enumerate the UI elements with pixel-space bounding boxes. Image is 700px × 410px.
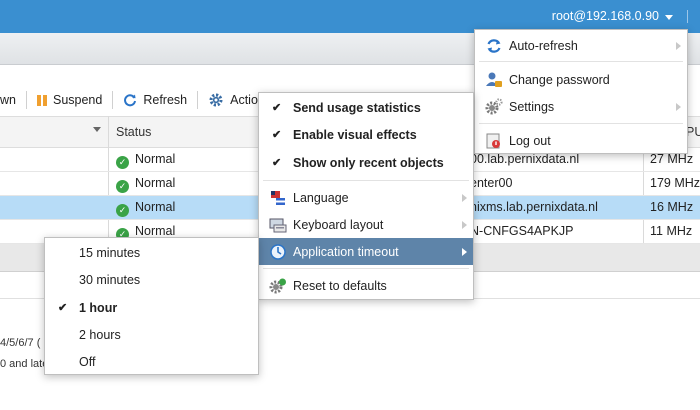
reset-gear-icon [269, 278, 286, 293]
menu-item-label: Settings [509, 99, 555, 114]
check-circle-icon: ✓ [116, 204, 129, 217]
gear-icon [209, 93, 223, 107]
menu-divider [479, 123, 683, 124]
menu-item-label: Auto-refresh [509, 38, 578, 53]
toolbar-divider [197, 91, 199, 109]
status-text: Normal [135, 224, 176, 238]
actions-label: Actio [230, 93, 258, 107]
cpu-value: 16 MHz [650, 200, 694, 214]
flag-icon [271, 190, 285, 205]
suspend-label: Suspend [52, 93, 103, 107]
menu-item-send-usage-statistics[interactable]: ✔ Send usage statistics [259, 94, 473, 121]
chevron-down-icon [665, 14, 673, 20]
menu-item-label: Change password [509, 72, 610, 87]
menu-item-label: Show only recent objects [293, 155, 444, 170]
key-user-icon [486, 72, 502, 87]
chevron-right-icon [462, 220, 467, 229]
suspend-button[interactable]: Suspend [36, 93, 103, 107]
user-label: root@192.168.0.90 [551, 9, 659, 23]
menu-item-label: Enable visual effects [293, 127, 417, 142]
cpu-value: 179 MHz [650, 176, 700, 190]
check-circle-icon: ✓ [116, 156, 129, 169]
timeout-submenu: 15 minutes 30 minutes ✔ 1 hour 2 hours O… [44, 237, 259, 375]
timeout-option-30-minutes[interactable]: 30 minutes [45, 266, 258, 293]
check-circle-icon: ✓ [116, 180, 129, 193]
menu-divider [479, 61, 683, 62]
menu-item-application-timeout[interactable]: Application timeout [259, 238, 473, 265]
refresh-label: Refresh [143, 93, 188, 107]
column-header-status[interactable]: Status [116, 125, 151, 139]
toolbar-divider [25, 91, 27, 109]
menu-item-enable-visual-effects[interactable]: ✔ Enable visual effects [259, 121, 473, 148]
pause-icon [36, 94, 47, 106]
timeout-option-1-hour[interactable]: ✔ 1 hour [45, 294, 258, 321]
cpu-value: 27 MHz [650, 152, 694, 166]
menu-item-label: 15 minutes [79, 245, 141, 260]
menu-item-label: 30 minutes [79, 272, 141, 287]
menu-item-label: Log out [509, 133, 551, 148]
chevron-down-icon[interactable] [93, 127, 101, 132]
checkmark-icon: ✔ [272, 102, 282, 114]
menu-item-label: Off [79, 354, 96, 369]
menu-item-auto-refresh[interactable]: Auto-refresh [475, 32, 687, 59]
host-name: enter00 [470, 176, 513, 190]
settings-submenu: ✔ Send usage statistics ✔ Enable visual … [258, 92, 474, 300]
chevron-right-icon [462, 247, 467, 256]
menu-item-label: Send usage statistics [293, 100, 421, 115]
menu-item-log-out[interactable]: Log out [475, 127, 687, 154]
chevron-right-icon [462, 193, 467, 202]
refresh-icon [124, 94, 137, 107]
menu-item-label: 1 hour [79, 300, 118, 315]
timeout-icon [270, 243, 286, 260]
menu-item-label: Application timeout [293, 244, 399, 259]
checkmark-icon: ✔ [272, 129, 282, 141]
host-name: nixms.lab.pernixdata.nl [470, 200, 598, 214]
timeout-option-off[interactable]: Off [45, 348, 258, 375]
timeout-option-2-hours[interactable]: 2 hours [45, 321, 258, 348]
status-text: Normal [135, 176, 176, 190]
actions-button[interactable]: Actio [208, 92, 258, 108]
menu-item-reset-to-defaults[interactable]: Reset to defaults [259, 272, 473, 299]
user-menu-button[interactable]: root@192.168.0.90 [552, 9, 688, 23]
menu-item-keyboard-layout[interactable]: Keyboard layout [259, 211, 473, 238]
user-dropdown-menu: Auto-refresh Change password Settings Lo… [474, 29, 688, 154]
host-name: N-CNFGS4APKJP [470, 224, 574, 238]
host-name: 00.lab.pernixdata.nl [470, 152, 580, 166]
menu-item-label: Keyboard layout [293, 217, 384, 232]
chevron-right-icon [676, 41, 681, 50]
menu-divider [263, 180, 469, 181]
column-header-cpu[interactable]: PU [686, 125, 700, 139]
refresh-icon [487, 38, 501, 53]
keyboard-icon [269, 218, 287, 232]
menu-item-label: Language [293, 190, 349, 205]
toolbar-divider [112, 91, 114, 109]
refresh-button[interactable]: Refresh [123, 93, 187, 107]
shutdown-button[interactable]: wn [0, 93, 16, 107]
gear-icon [485, 97, 503, 114]
menu-item-show-only-recent-objects[interactable]: ✔ Show only recent objects [259, 149, 473, 176]
checkmark-icon: ✔ [272, 157, 282, 169]
logout-icon [486, 133, 500, 148]
chevron-right-icon [676, 102, 681, 111]
timeout-option-15-minutes[interactable]: 15 minutes [45, 239, 258, 266]
details-text: 4/5/6/7 ( [0, 337, 41, 349]
menu-item-change-password[interactable]: Change password [475, 66, 687, 93]
shutdown-label: wn [0, 93, 16, 107]
details-text: 0 and late [0, 358, 49, 370]
status-text: Normal [135, 152, 176, 166]
menu-divider [263, 268, 469, 269]
menu-item-label: 2 hours [79, 327, 121, 342]
status-text: Normal [135, 200, 176, 214]
menu-item-label: Reset to defaults [293, 278, 387, 293]
divider [687, 9, 688, 23]
cpu-value: 11 MHz [650, 224, 693, 238]
toolbar: wn Suspend Refresh Actio [0, 88, 258, 112]
checkmark-icon: ✔ [58, 302, 68, 314]
menu-item-language[interactable]: Language [259, 184, 473, 211]
menu-item-settings[interactable]: Settings [475, 93, 687, 120]
